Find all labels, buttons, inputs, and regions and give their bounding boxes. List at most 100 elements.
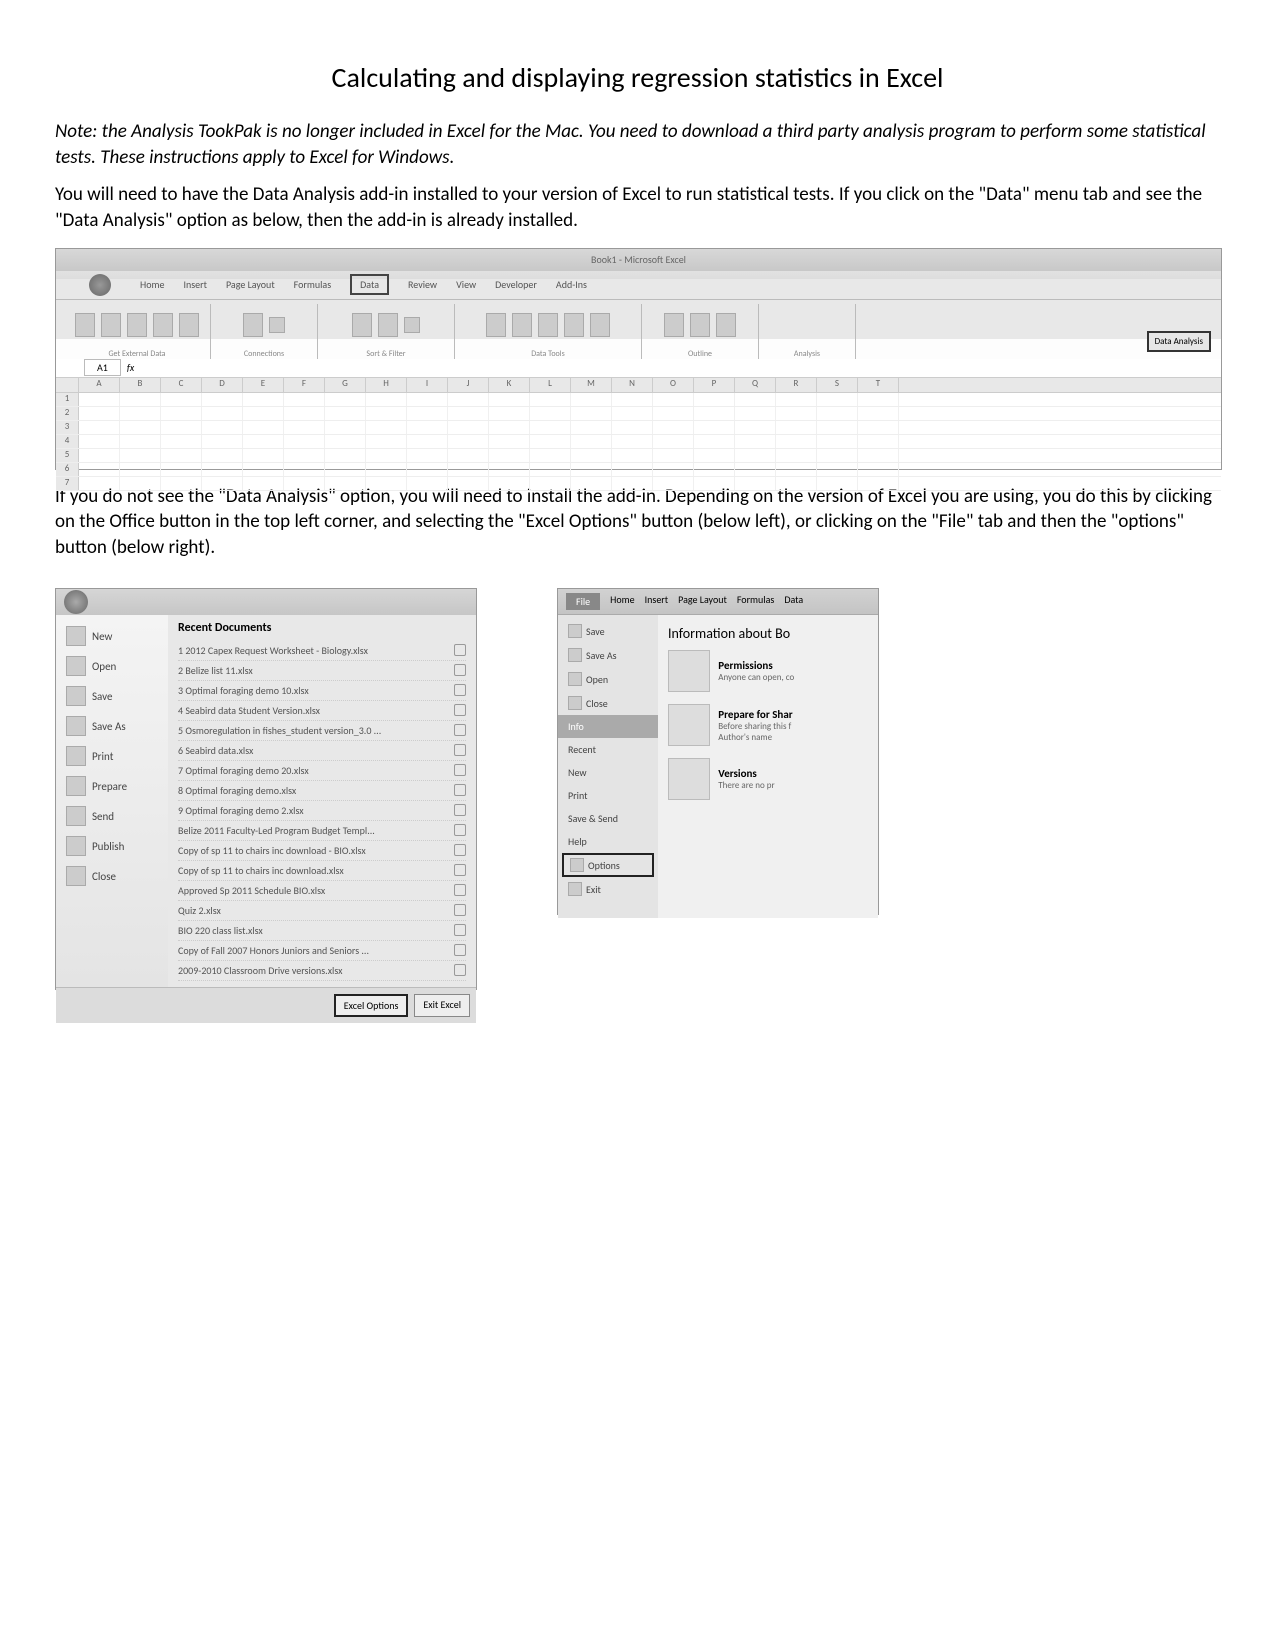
recent-doc[interactable]: 3 Optimal foraging demo 10.xlsx [178, 681, 466, 701]
ribbon-icon[interactable] [538, 313, 558, 337]
cell[interactable] [653, 449, 694, 462]
col-header[interactable]: O [653, 378, 694, 392]
col-header[interactable]: N [612, 378, 653, 392]
office-menu-item[interactable]: Close [56, 861, 168, 891]
cell[interactable] [530, 435, 571, 448]
check-issues-icon[interactable] [668, 704, 710, 746]
cell[interactable] [202, 393, 243, 406]
cell[interactable] [489, 477, 530, 490]
col-header[interactable]: C [161, 378, 202, 392]
row-header[interactable]: 4 [56, 435, 79, 448]
cell[interactable] [448, 477, 489, 490]
cell[interactable] [694, 421, 735, 434]
cell[interactable] [202, 449, 243, 462]
cell[interactable] [735, 407, 776, 420]
open-item[interactable]: Open [558, 667, 658, 691]
tab-home[interactable]: Home [610, 593, 634, 610]
cell[interactable] [858, 435, 899, 448]
cell[interactable] [407, 463, 448, 476]
cell[interactable] [530, 463, 571, 476]
exit-item[interactable]: Exit [558, 877, 658, 901]
cell[interactable] [489, 407, 530, 420]
cell[interactable] [653, 407, 694, 420]
recent-item[interactable]: Recent [558, 738, 658, 761]
cell[interactable] [694, 407, 735, 420]
tab-pagelayout[interactable]: Page Layout [226, 278, 275, 291]
col-header[interactable]: A [79, 378, 120, 392]
cell[interactable] [243, 393, 284, 406]
name-box[interactable]: A1 [84, 359, 121, 376]
cell[interactable] [653, 477, 694, 490]
cell[interactable] [612, 477, 653, 490]
office-menu-item[interactable]: Save As [56, 711, 168, 741]
ribbon-icon[interactable] [127, 313, 147, 337]
col-header[interactable]: H [366, 378, 407, 392]
cell[interactable] [694, 393, 735, 406]
cell[interactable] [817, 449, 858, 462]
cell[interactable] [735, 449, 776, 462]
cell[interactable] [817, 421, 858, 434]
cell[interactable] [530, 393, 571, 406]
cell[interactable] [161, 407, 202, 420]
cell[interactable] [776, 407, 817, 420]
cell[interactable] [284, 449, 325, 462]
tab-pagelayout[interactable]: Page Layout [678, 593, 727, 610]
cell[interactable] [325, 463, 366, 476]
ribbon-icon[interactable] [153, 313, 173, 337]
pin-icon[interactable] [454, 904, 466, 916]
close-item[interactable]: Close [558, 691, 658, 715]
cell[interactable] [366, 393, 407, 406]
pin-icon[interactable] [454, 944, 466, 956]
col-header[interactable]: F [284, 378, 325, 392]
cell[interactable] [120, 407, 161, 420]
ribbon-icon[interactable] [716, 313, 736, 337]
cell[interactable] [243, 477, 284, 490]
col-header[interactable]: J [448, 378, 489, 392]
pin-icon[interactable] [454, 644, 466, 656]
cell[interactable] [694, 463, 735, 476]
options-item[interactable]: Options [562, 853, 654, 877]
cell[interactable] [120, 435, 161, 448]
cell[interactable] [489, 421, 530, 434]
tab-insert[interactable]: Insert [183, 278, 207, 291]
cell[interactable] [530, 421, 571, 434]
cell[interactable] [571, 435, 612, 448]
cell[interactable] [694, 449, 735, 462]
print-item[interactable]: Print [558, 784, 658, 807]
office-button-icon[interactable] [89, 274, 111, 296]
ribbon-icon[interactable] [352, 313, 372, 337]
cell[interactable] [612, 393, 653, 406]
cell[interactable] [694, 435, 735, 448]
ribbon-icon[interactable] [75, 313, 95, 337]
pin-icon[interactable] [454, 784, 466, 796]
cell[interactable] [489, 435, 530, 448]
col-header[interactable]: R [776, 378, 817, 392]
cell[interactable] [489, 463, 530, 476]
cell[interactable] [448, 435, 489, 448]
cell[interactable] [366, 463, 407, 476]
pin-icon[interactable] [454, 884, 466, 896]
pin-icon[interactable] [454, 844, 466, 856]
savesend-item[interactable]: Save & Send [558, 807, 658, 830]
cell[interactable] [448, 421, 489, 434]
cell[interactable] [571, 477, 612, 490]
cell[interactable] [407, 421, 448, 434]
cell[interactable] [284, 477, 325, 490]
cell[interactable] [407, 449, 448, 462]
cell[interactable] [243, 421, 284, 434]
cell[interactable] [694, 477, 735, 490]
ribbon-icon[interactable] [590, 313, 610, 337]
office-menu-item[interactable]: Print [56, 741, 168, 771]
cell[interactable] [325, 449, 366, 462]
recent-doc[interactable]: 6 Seabird data.xlsx [178, 741, 466, 761]
cell[interactable] [612, 463, 653, 476]
cell[interactable] [653, 393, 694, 406]
pin-icon[interactable] [454, 724, 466, 736]
cell[interactable] [284, 463, 325, 476]
cell[interactable] [530, 477, 571, 490]
recent-doc[interactable]: Copy of Fall 2007 Honors Juniors and Sen… [178, 941, 466, 961]
exit-excel-button[interactable]: Exit Excel [414, 994, 470, 1017]
cell[interactable] [489, 449, 530, 462]
cell[interactable] [120, 449, 161, 462]
fx-icon[interactable]: fx [127, 361, 134, 374]
